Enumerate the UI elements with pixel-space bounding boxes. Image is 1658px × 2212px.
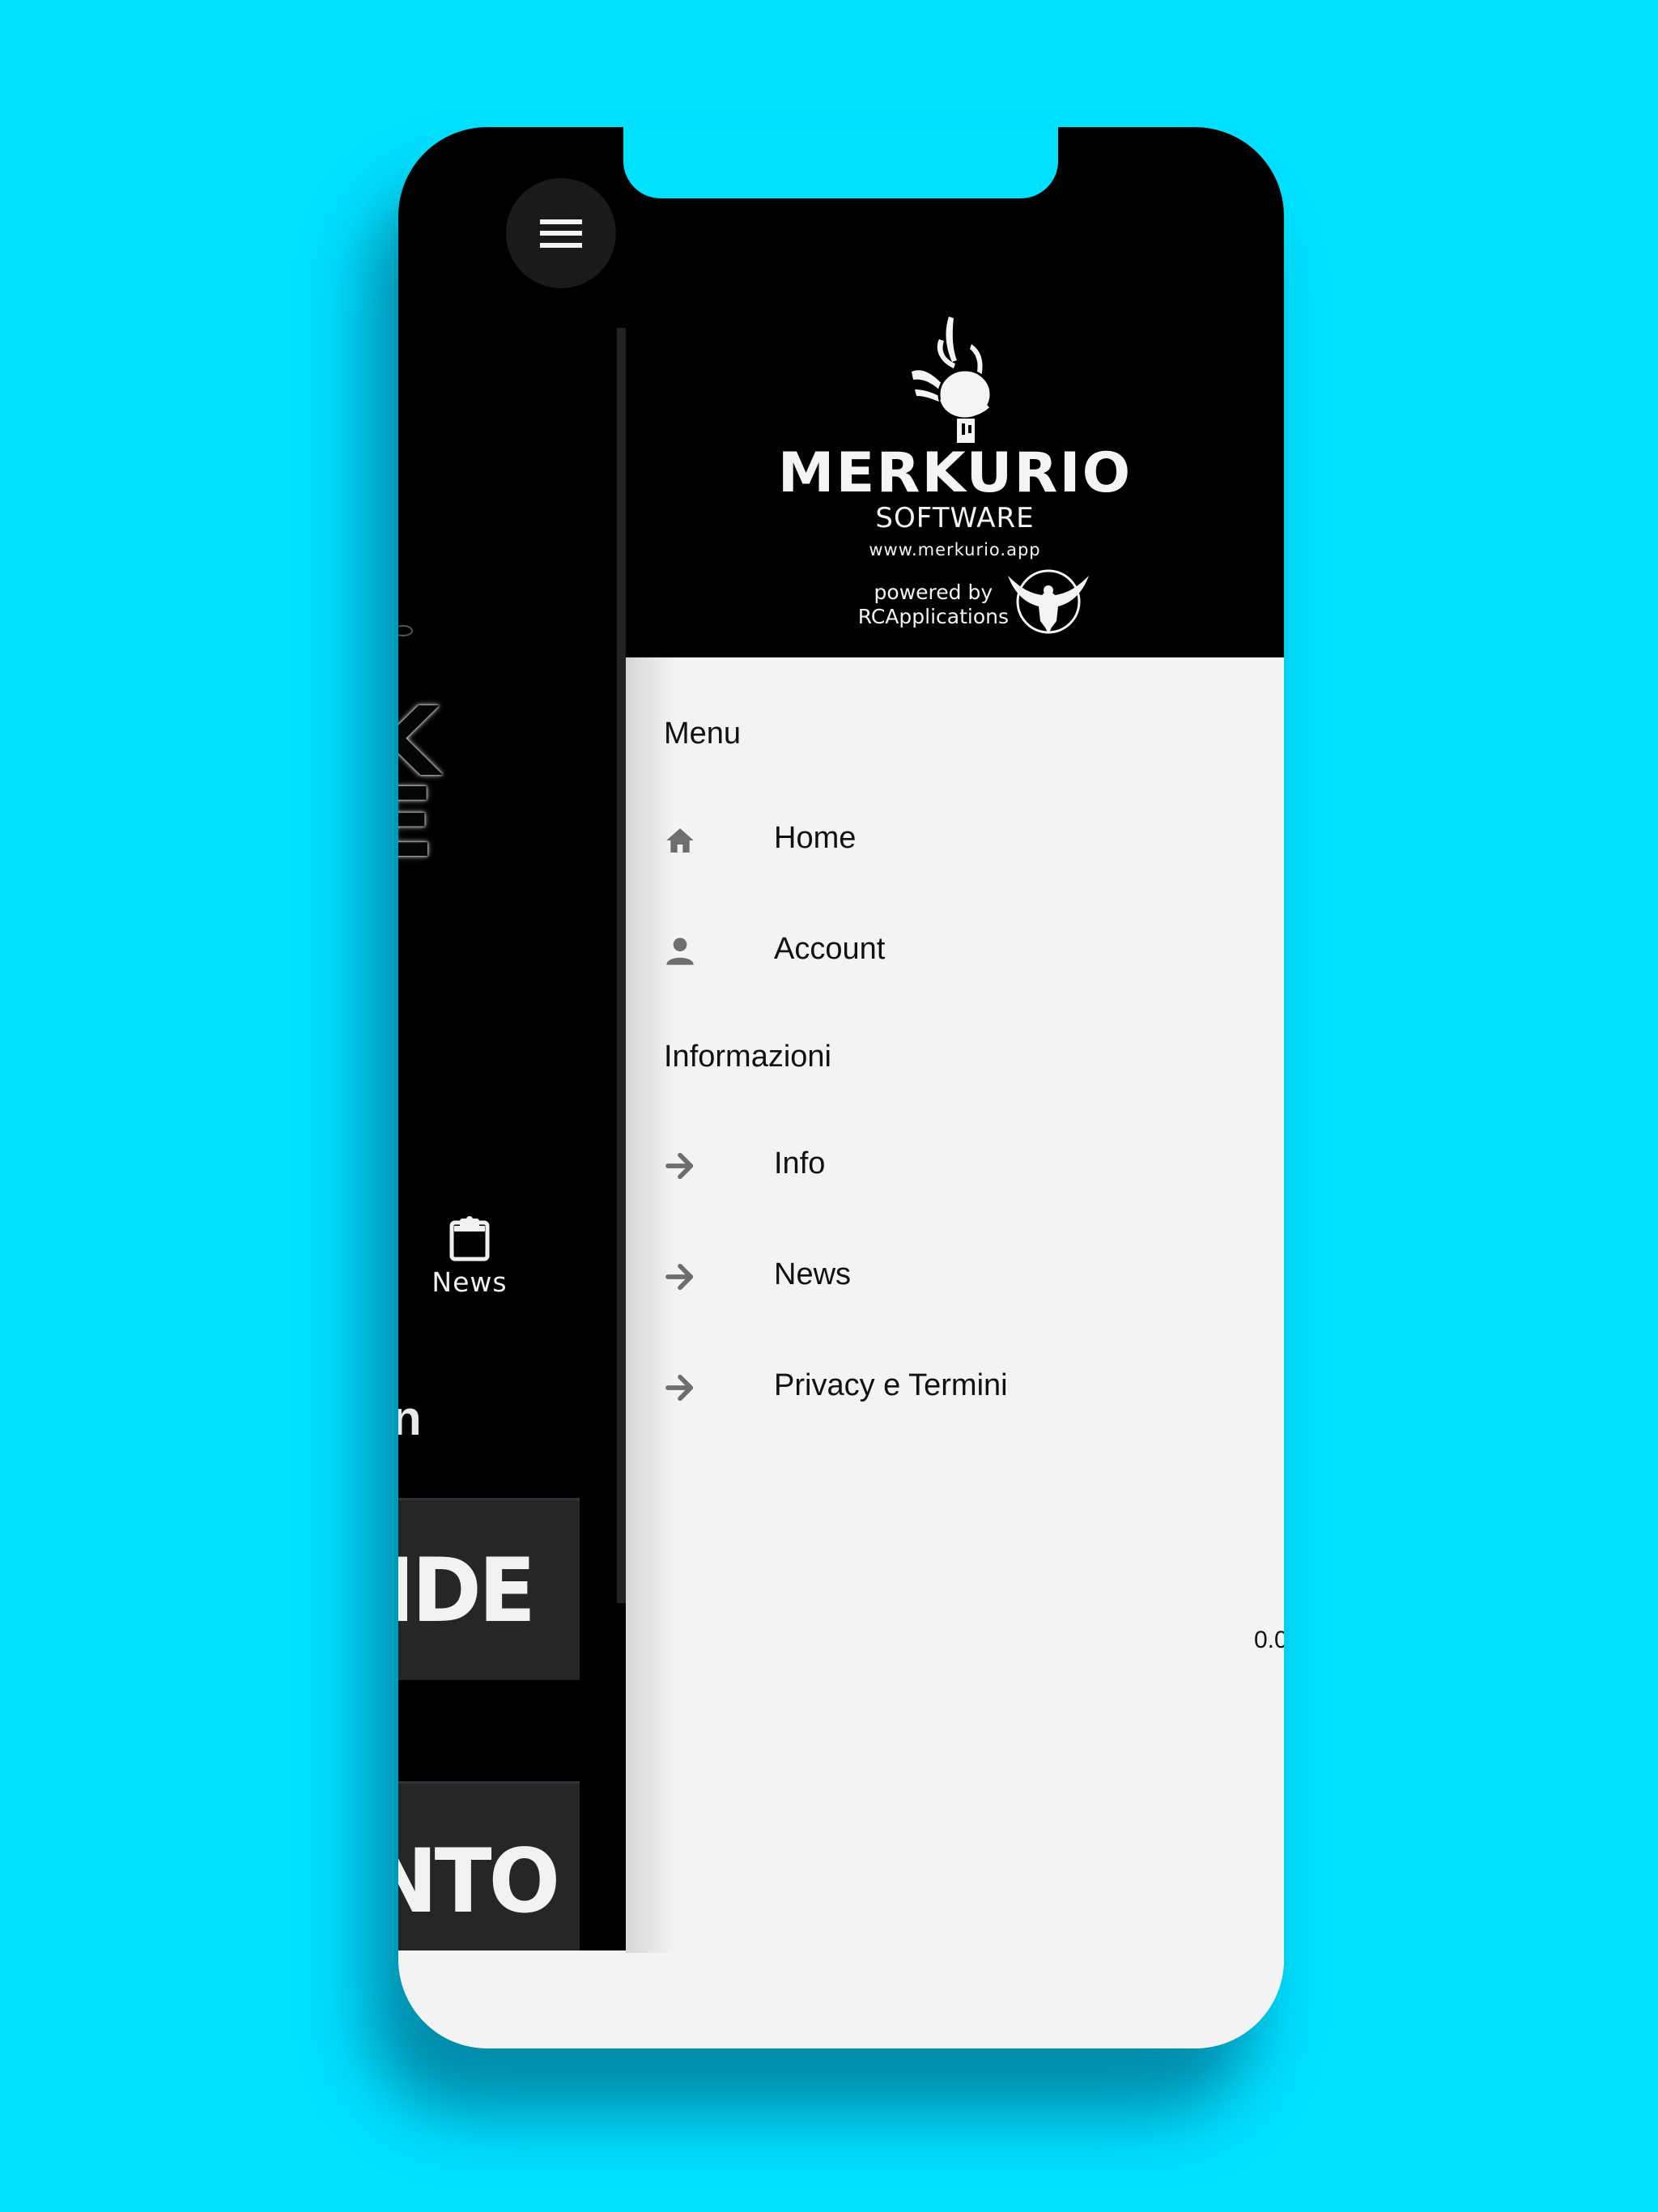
logo-fragment xyxy=(398,625,413,636)
tab-news[interactable]: News xyxy=(414,1216,525,1298)
hamburger-icon xyxy=(540,219,582,248)
clipboard-icon xyxy=(449,1216,490,1261)
drawer-item-info[interactable]: Info xyxy=(626,1116,1284,1213)
powered-by-line1: powered by xyxy=(874,581,993,604)
phone-notch xyxy=(623,127,1058,198)
powered-by: powered by RCApplications xyxy=(626,564,1284,637)
menu-toggle-button[interactable] xyxy=(506,178,616,288)
title-fragment-e: E xyxy=(398,767,435,878)
tab-news-label: News xyxy=(432,1266,508,1298)
app-button-1-label: IDE xyxy=(398,1538,536,1643)
app-button-2[interactable]: NTO xyxy=(398,1781,580,1950)
app-version: 0.0 xyxy=(1254,1627,1284,1653)
drawer-item-privacy[interactable]: Privacy e Termini xyxy=(626,1338,1284,1435)
drawer-item-home-label: Home xyxy=(774,821,857,855)
phone-frame: K E News n IDE NTO xyxy=(398,127,1284,2048)
drawer-item-news[interactable]: News xyxy=(626,1227,1284,1324)
brand-subtitle: SOFTWARE xyxy=(875,502,1035,534)
background-app: K E News n IDE NTO xyxy=(398,127,626,1950)
home-icon xyxy=(666,828,694,853)
drawer-header: MERKURIO SOFTWARE www.merkurio.app power… xyxy=(626,127,1284,657)
navigation-drawer: MERKURIO SOFTWARE www.merkurio.app power… xyxy=(626,127,1284,2048)
app-button-2-label: NTO xyxy=(398,1828,560,1933)
merkurio-logo: MERKURIO SOFTWARE www.merkurio.app xyxy=(626,315,1284,559)
arrow-right-icon xyxy=(665,1263,694,1291)
arrow-right-icon xyxy=(665,1152,694,1180)
section-title-informazioni: Informazioni xyxy=(664,1040,831,1074)
text-fragment: n xyxy=(398,1391,422,1445)
arrow-right-icon xyxy=(665,1374,694,1402)
powered-by-line2: RCApplications xyxy=(857,605,1009,628)
person-icon xyxy=(666,938,694,965)
brand-url: www.merkurio.app xyxy=(869,540,1041,559)
drawer-item-account[interactable]: Account xyxy=(626,901,1284,998)
drawer-item-news-label: News xyxy=(774,1257,852,1291)
winged-helmet-icon xyxy=(911,317,992,443)
powered-by-text: powered by RCApplications xyxy=(858,581,1009,629)
app-button-1[interactable]: IDE xyxy=(398,1498,580,1680)
drawer-item-privacy-label: Privacy e Termini xyxy=(774,1368,1008,1402)
eagle-icon xyxy=(1008,569,1089,634)
drawer-item-home[interactable]: Home xyxy=(626,790,1284,887)
drawer-item-account-label: Account xyxy=(774,932,886,966)
drawer-item-info-label: Info xyxy=(774,1146,826,1180)
section-title-menu: Menu xyxy=(664,717,742,751)
scrollbar[interactable] xyxy=(617,328,626,1603)
brand-name: MERKURIO xyxy=(777,441,1133,505)
